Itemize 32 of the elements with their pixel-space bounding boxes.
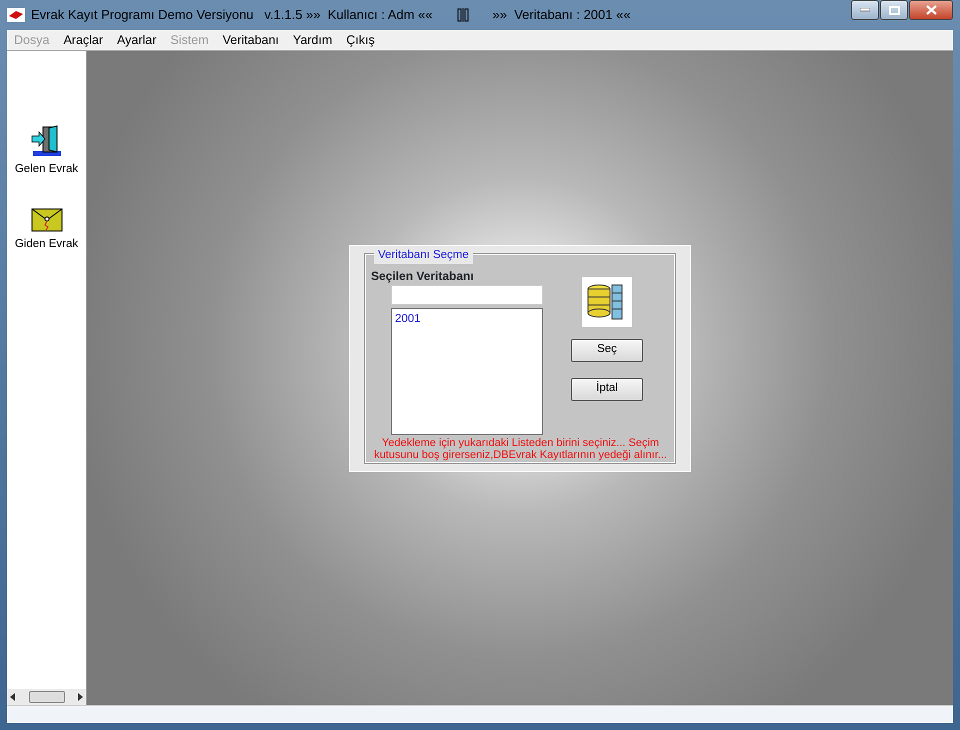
- minimize-icon: [860, 8, 870, 12]
- left-arrow-icon[interactable]: [10, 693, 15, 701]
- minimize-button[interactable]: [851, 0, 879, 20]
- window-title: Evrak Kayıt Programı Demo Versiyonu v.1.1.5 »» Kullanıcı : Adm ««: [31, 6, 433, 24]
- menu-item[interactable]: Yardım: [292, 30, 332, 50]
- database-icon: [582, 276, 632, 326]
- maximize-icon: [888, 6, 900, 14]
- selected-database-field[interactable]: [391, 284, 543, 304]
- menu-item[interactable]: Veritabanı: [222, 30, 279, 50]
- scroll-thumb[interactable]: [28, 691, 64, 703]
- menu-item[interactable]: Ayarlar: [117, 30, 156, 50]
- sidebar-item[interactable]: Giden Evrak: [14, 208, 78, 254]
- maximize-button[interactable]: [880, 0, 908, 20]
- horizontal-scrollbar[interactable]: [7, 689, 86, 705]
- database-list[interactable]: 2001: [391, 308, 543, 434]
- instruction-text: Yedekleme için yukarıdaki Listeden birini seçiniz... Seçim kutusunu boş girerseniz,DBEvrak Kayıtlarının yedeği alınır...: [373, 436, 668, 462]
- pause-icon: [456, 8, 469, 22]
- select-button[interactable]: Seç: [571, 338, 643, 362]
- close-button[interactable]: [909, 0, 953, 20]
- list-item[interactable]: 2001: [395, 310, 539, 328]
- close-icon: [926, 5, 936, 15]
- database-title: »» Veritabanı : 2001 ««: [492, 6, 631, 24]
- menu-item[interactable]: Araçlar: [63, 30, 104, 50]
- group-title: Veritabanı Seçme: [374, 246, 473, 264]
- right-arrow-icon[interactable]: [78, 693, 83, 701]
- app-icon: [7, 8, 25, 22]
- envelope-icon: [30, 208, 62, 232]
- menu-item[interactable]: Çıkış: [346, 30, 375, 50]
- sidebar-item[interactable]: Gelen Evrak: [14, 125, 78, 178]
- cancel-button[interactable]: İptal: [571, 378, 643, 400]
- field-label: Seçilen Veritabanı: [371, 268, 475, 284]
- door-arrow-icon: [30, 125, 62, 157]
